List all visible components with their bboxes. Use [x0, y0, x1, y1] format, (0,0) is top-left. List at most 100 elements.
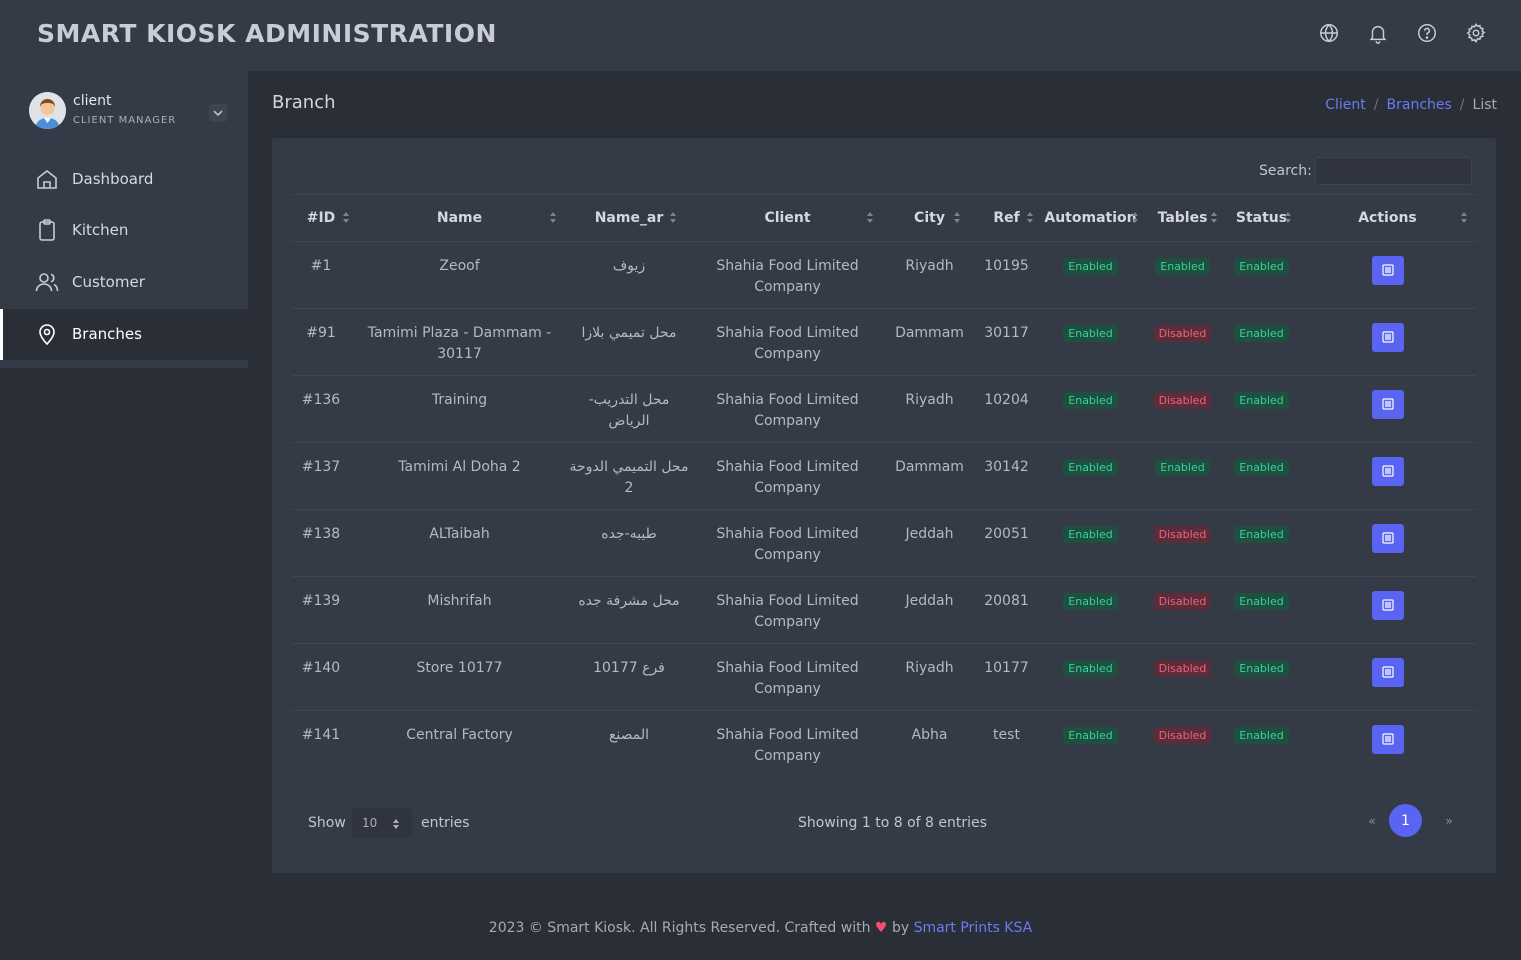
column-header-city[interactable]: City	[886, 194, 973, 242]
sort-icon	[1461, 212, 1468, 224]
list-icon	[1381, 733, 1394, 745]
cell-id: #137	[292, 442, 350, 510]
tables-badge: Disabled	[1153, 593, 1212, 610]
cell-tables: Disabled	[1141, 711, 1224, 778]
page-button-1[interactable]: 1	[1389, 804, 1422, 837]
profile-dropdown-toggle[interactable]	[209, 104, 227, 122]
cell-city: Dammam	[886, 308, 973, 376]
sort-arrows-icon	[393, 819, 399, 829]
cell-tables: Disabled	[1141, 643, 1224, 711]
column-header-status[interactable]: Status	[1224, 194, 1299, 242]
cell-actions	[1299, 711, 1476, 778]
sidebar-item-label: Dashboard	[72, 170, 154, 188]
cell-actions	[1299, 308, 1476, 376]
view-details-button[interactable]	[1371, 591, 1404, 620]
next-page-button[interactable]: »	[1439, 814, 1459, 828]
automation-badge: Enabled	[1063, 392, 1118, 409]
cell-ref: 10195	[973, 241, 1040, 309]
breadcrumb-list: List	[1472, 97, 1497, 113]
cell-automation: Enabled	[1040, 643, 1141, 711]
cell-name: ALTaibah	[350, 509, 569, 577]
column-header-label: #ID	[306, 210, 336, 226]
previous-page-button[interactable]: «	[1362, 814, 1382, 828]
heart-icon: ♥	[874, 920, 888, 936]
cell-name: Store 10177	[350, 643, 569, 711]
column-header-label: Automation	[1044, 210, 1137, 226]
sidebar-item-kitchen[interactable]: Kitchen	[0, 205, 248, 256]
column-header-tables[interactable]: Tables	[1141, 194, 1224, 242]
column-header-name[interactable]: Name	[350, 194, 569, 242]
sort-icon	[867, 212, 874, 224]
column-header-label: City	[914, 210, 945, 226]
sort-icon	[550, 212, 557, 224]
column-header-ref[interactable]: Ref	[973, 194, 1040, 242]
table-row: #137 Tamimi Al Doha 2 محل التميمي الدوحة…	[292, 442, 1476, 510]
sort-icon	[1132, 212, 1139, 224]
bell-icon[interactable]	[1367, 22, 1389, 44]
cell-automation: Enabled	[1040, 509, 1141, 577]
top-icons	[1318, 22, 1487, 44]
column-header-label: Ref	[993, 210, 1020, 226]
globe-icon[interactable]	[1318, 22, 1340, 44]
cell-automation: Enabled	[1040, 576, 1141, 644]
profile-name: client	[73, 93, 112, 109]
status-badge: Enabled	[1234, 459, 1289, 476]
tables-badge: Disabled	[1153, 660, 1212, 677]
search-input[interactable]	[1315, 157, 1472, 185]
automation-badge: Enabled	[1063, 459, 1118, 476]
view-details-button[interactable]	[1371, 390, 1404, 419]
column-header-actions[interactable]: Actions	[1299, 194, 1476, 242]
tables-badge: Disabled	[1153, 392, 1212, 409]
column-header-label: Status	[1235, 210, 1288, 226]
column-header-id[interactable]: #ID	[292, 194, 350, 242]
breadcrumb-separator: /	[1459, 97, 1465, 113]
sidebar-item-dashboard[interactable]: Dashboard	[0, 154, 248, 205]
view-details-button[interactable]	[1371, 725, 1404, 754]
breadcrumb: Client / Branches / List	[1325, 97, 1497, 113]
page-size-select[interactable]: 10	[352, 808, 412, 838]
view-details-button[interactable]	[1371, 256, 1404, 285]
cell-status: Enabled	[1224, 576, 1299, 644]
status-badge: Enabled	[1234, 325, 1289, 342]
breadcrumb-separator: /	[1373, 97, 1379, 113]
cell-status: Enabled	[1224, 375, 1299, 443]
list-icon	[1381, 465, 1394, 477]
cell-name: Tamimi Al Doha 2	[350, 442, 569, 510]
user-profile[interactable]: client CLIENT MANAGER	[29, 92, 229, 132]
status-badge: Enabled	[1234, 660, 1289, 677]
cell-id: #91	[292, 308, 350, 376]
view-details-button[interactable]	[1371, 658, 1404, 687]
column-header-automation[interactable]: Automation	[1040, 194, 1141, 242]
branches-table: #ID Name Name_ar Client City Ref Automat…	[292, 194, 1476, 778]
automation-badge: Enabled	[1063, 660, 1118, 677]
automation-badge: Enabled	[1063, 526, 1118, 543]
cell-client: Shahia Food Limited Company	[689, 308, 886, 376]
cell-tables: Disabled	[1141, 509, 1224, 577]
users-icon	[35, 273, 59, 292]
list-icon	[1381, 331, 1394, 343]
automation-badge: Enabled	[1063, 258, 1118, 275]
column-header-client[interactable]: Client	[689, 194, 886, 242]
breadcrumb-branches[interactable]: Branches	[1387, 97, 1452, 113]
app-title: SMART KIOSK ADMINISTRATION	[37, 19, 497, 48]
cell-status: Enabled	[1224, 241, 1299, 309]
cell-id: #139	[292, 576, 350, 644]
search-label: Search:	[1259, 163, 1312, 179]
footer-by: by	[891, 920, 910, 936]
column-header-name-ar[interactable]: Name_ar	[569, 194, 689, 242]
help-icon[interactable]	[1416, 22, 1438, 44]
footer-brand-link[interactable]: Smart Prints KSA	[914, 920, 1033, 936]
sidebar-item-customer[interactable]: Customer	[0, 257, 248, 308]
status-badge: Enabled	[1234, 392, 1289, 409]
settings-icon[interactable]	[1465, 22, 1487, 44]
sort-icon	[954, 212, 961, 224]
tables-badge: Disabled	[1153, 727, 1212, 744]
chevron-down-icon	[213, 110, 223, 117]
status-badge: Enabled	[1234, 526, 1289, 543]
view-details-button[interactable]	[1371, 457, 1404, 486]
view-details-button[interactable]	[1371, 323, 1404, 352]
view-details-button[interactable]	[1371, 524, 1404, 553]
sort-icon	[1285, 212, 1292, 224]
sidebar-item-branches[interactable]: Branches	[0, 309, 248, 360]
breadcrumb-client[interactable]: Client	[1325, 97, 1366, 113]
